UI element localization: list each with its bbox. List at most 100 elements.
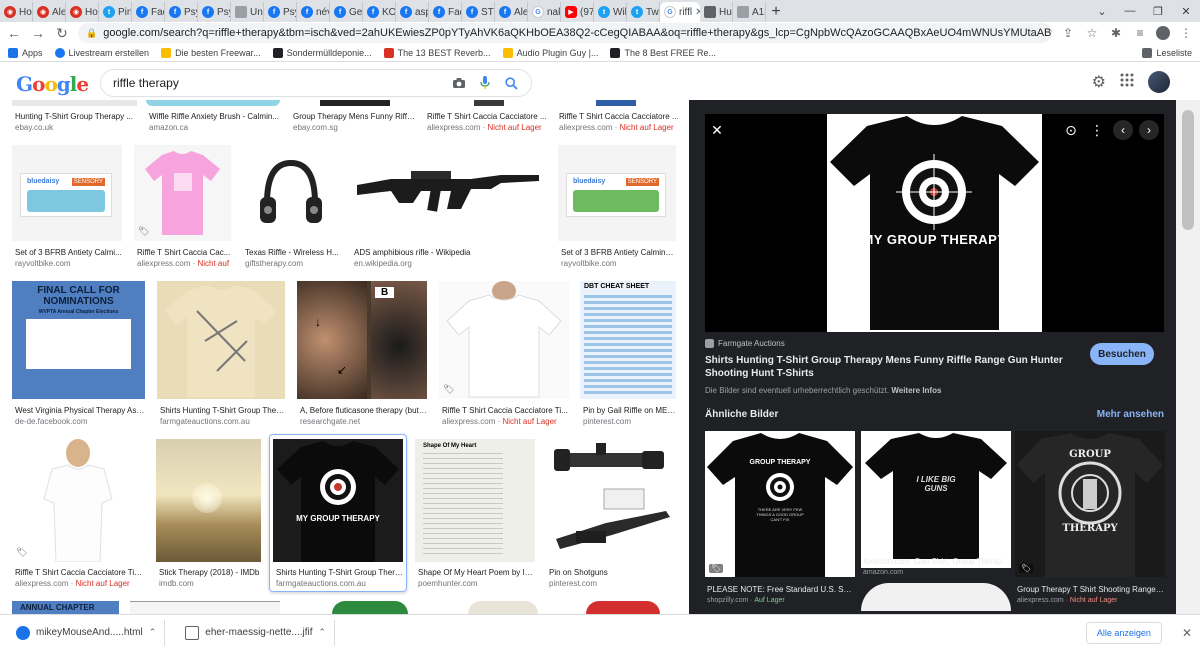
reload-icon[interactable]: ↻ bbox=[54, 25, 70, 42]
result-thumbnail[interactable]: 🏷 bbox=[12, 439, 143, 562]
result-card[interactable]: 🏷 Riffle T Shirt Caccia Cacciatore Ti...… bbox=[439, 281, 569, 429]
preview-source[interactable]: Farmgate Auctions bbox=[705, 339, 785, 348]
result-card-selected[interactable]: MY GROUP THERAPY Shirts Hunting T-Shirt … bbox=[273, 439, 403, 588]
address-bar[interactable]: 🔒 google.com/search?q=riffle+therapy&tbm… bbox=[78, 23, 1052, 43]
result-card[interactable]: Shirts Hunting T-Shirt Group Ther... far… bbox=[157, 281, 285, 429]
result-title[interactable]: Shirts Hunting T-Shirt Group Thera... bbox=[276, 568, 403, 577]
result-title[interactable]: Texas Riffle - Wireless H... bbox=[245, 248, 340, 257]
result-thumbnail[interactable] bbox=[468, 601, 538, 614]
result-card[interactable]: 🏷 Riffle T Shirt Caccia Cac... aliexpres… bbox=[134, 145, 232, 270]
result-title[interactable]: Pin on Shotguns bbox=[549, 568, 677, 577]
browser-tab[interactable]: Gnake bbox=[528, 2, 561, 22]
result-thumbnail[interactable]: FINAL CALL FOR NOMINATIONS WVPTA Annual … bbox=[12, 281, 145, 399]
microphone-icon[interactable] bbox=[477, 75, 493, 91]
result-card[interactable]: Wiffle Riffle Anxiety Brush - Calmin... … bbox=[146, 100, 280, 136]
previous-image-icon[interactable]: ‹ bbox=[1113, 120, 1133, 140]
restore-icon[interactable]: ❐ bbox=[1144, 0, 1172, 22]
result-thumbnail[interactable]: bluedaisy SENSORY bbox=[12, 145, 122, 241]
chevron-up-icon[interactable]: ⌃ bbox=[149, 627, 157, 638]
close-window-icon[interactable]: ✕ bbox=[1172, 0, 1200, 22]
result-card[interactable]: Riffle T Shirt Caccia Cacciatore ... ali… bbox=[556, 100, 681, 136]
bookmark-item[interactable]: Audio Plugin Guy |... bbox=[502, 47, 598, 58]
result-thumbnail[interactable] bbox=[332, 601, 408, 614]
result-card[interactable]: 🏷 Riffle T Shirt Caccia Cacciatore Tir..… bbox=[12, 439, 143, 588]
result-thumbnail[interactable] bbox=[586, 601, 660, 614]
bookmark-item[interactable]: The 13 BEST Reverb... bbox=[383, 47, 491, 58]
result-card[interactable]: Pin on Shotguns pinterest.com bbox=[546, 439, 677, 588]
result-title[interactable]: Riffle T Shirt Caccia Cacciatore Ti... bbox=[442, 406, 569, 415]
browser-tab[interactable]: A13u bbox=[733, 2, 766, 22]
browser-tab[interactable]: fFaceb bbox=[132, 2, 165, 22]
result-title[interactable]: A, Before fluticasone therapy (but ... bbox=[300, 406, 427, 415]
result-thumbnail[interactable]: 🏷 bbox=[134, 145, 231, 241]
tab-search-icon[interactable]: ⌄ bbox=[1088, 0, 1116, 22]
forward-icon[interactable]: → bbox=[30, 25, 46, 41]
result-thumbnail[interactable] bbox=[130, 601, 280, 614]
bookmark-item[interactable]: Die besten Freewar... bbox=[161, 47, 261, 58]
page-scrollbar[interactable] bbox=[1176, 100, 1200, 614]
result-thumbnail[interactable]: Shape Of My Heart bbox=[415, 439, 535, 562]
result-thumbnail[interactable] bbox=[474, 100, 504, 106]
related-image-card[interactable]: GROUP THERAPY 🏷 Group Therapy T Shirt Sh… bbox=[1015, 431, 1165, 611]
result-thumbnail[interactable] bbox=[12, 100, 137, 106]
settings-gear-icon[interactable]: ⚙ bbox=[1092, 72, 1106, 92]
result-title[interactable]: Riffle T Shirt Caccia Cacciatore ... bbox=[559, 112, 681, 121]
next-image-icon[interactable]: › bbox=[1139, 120, 1159, 140]
result-thumbnail[interactable] bbox=[146, 100, 280, 106]
result-title[interactable]: Hunting T-Shirt Group Therapy ... bbox=[15, 112, 137, 121]
related-title[interactable]: PLEASE NOTE: Free Standard U.S. Shipp... bbox=[707, 585, 855, 594]
result-card[interactable]: B ↓ ↙ A, Before fluticasone therapy (but… bbox=[297, 281, 427, 429]
result-card[interactable]: bluedaisy SENSORY Set of 3 BFRB Antiety … bbox=[12, 145, 122, 270]
bookmark-item[interactable]: Apps bbox=[8, 47, 43, 58]
browser-tab[interactable]: Griffl ✕ bbox=[660, 2, 700, 22]
see-more-link[interactable]: Mehr ansehen bbox=[1097, 409, 1164, 420]
result-thumbnail[interactable]: B ↓ ↙ bbox=[297, 281, 427, 399]
result-title[interactable]: Shirts Hunting T-Shirt Group Ther... bbox=[160, 406, 285, 415]
result-title[interactable]: Set of 3 BFRB Antiety Calmi... bbox=[15, 248, 123, 257]
browser-tab[interactable]: fnévol bbox=[297, 2, 330, 22]
result-thumbnail[interactable]: ANNUAL CHAPTER bbox=[12, 601, 119, 614]
search-input[interactable]: riffle therapy bbox=[113, 76, 441, 90]
result-title[interactable]: Group Therapy Mens Funny Riffl... bbox=[293, 112, 415, 121]
result-title[interactable]: West Virginia Physical Therapy Ass... bbox=[15, 406, 145, 415]
scrollbar-thumb[interactable] bbox=[1182, 110, 1194, 230]
bookmark-star-icon[interactable]: ☆ bbox=[1084, 26, 1100, 40]
result-card[interactable]: Stick Therapy (2018) - IMDb imdb.com bbox=[156, 439, 261, 588]
related-title[interactable]: Amazon.com: Gun Shirt, Group Therapy ... bbox=[863, 557, 1011, 566]
related-thumbnail[interactable]: GROUP THERAPY 🏷 bbox=[1015, 431, 1165, 577]
close-preview-icon[interactable]: ✕ bbox=[707, 120, 727, 140]
browser-tab[interactable]: ◉Alexa bbox=[33, 2, 66, 22]
back-icon[interactable]: ← bbox=[6, 25, 22, 41]
google-logo[interactable]: Google bbox=[16, 72, 89, 96]
download-item[interactable]: eher-maessig-nette....jfif ⌃ bbox=[177, 619, 336, 646]
result-title[interactable]: Stick Therapy (2018) - IMDb bbox=[159, 568, 261, 577]
visit-button[interactable]: Besuchen bbox=[1090, 343, 1154, 365]
browser-tab[interactable]: Unbe bbox=[231, 2, 264, 22]
profile-avatar[interactable] bbox=[1156, 26, 1170, 40]
preview-title[interactable]: Shirts Hunting T-Shirt Group Therapy Men… bbox=[705, 354, 1085, 380]
search-icon[interactable] bbox=[503, 75, 519, 91]
browser-tab[interactable]: fFaceb bbox=[429, 2, 462, 22]
browser-tab[interactable]: tTweet bbox=[627, 2, 660, 22]
result-title[interactable]: Riffle T Shirt Caccia Cacciatore Tir... bbox=[15, 568, 143, 577]
browser-tab[interactable]: fPsych bbox=[165, 2, 198, 22]
related-image-card[interactable]: GROUP THERAPY THERE ARE VERY FEW THINGS … bbox=[705, 431, 855, 611]
result-title[interactable]: Set of 3 BFRB Antiety Calming ... bbox=[561, 248, 677, 257]
result-thumbnail[interactable] bbox=[157, 281, 285, 399]
result-title[interactable]: Riffle T Shirt Caccia Cacciatore ... bbox=[427, 112, 549, 121]
result-card[interactable]: FINAL CALL FOR NOMINATIONS WVPTA Annual … bbox=[12, 281, 145, 429]
result-thumbnail[interactable] bbox=[320, 100, 390, 106]
browser-tab[interactable]: Hunt bbox=[700, 2, 733, 22]
lens-search-icon[interactable]: ⊙ bbox=[1061, 120, 1081, 140]
bookmark-item[interactable]: Livestream erstellen bbox=[54, 47, 149, 58]
related-title[interactable]: Group Therapy T Shirt Shooting Range T..… bbox=[1017, 585, 1165, 594]
result-title[interactable]: Wiffle Riffle Anxiety Brush - Calmin... bbox=[149, 112, 279, 121]
result-thumbnail[interactable] bbox=[596, 100, 636, 106]
more-info-link[interactable]: Weitere Infos bbox=[891, 386, 941, 395]
browser-tab[interactable]: fGesp bbox=[330, 2, 363, 22]
browser-tab[interactable]: fSTRAI bbox=[462, 2, 495, 22]
browser-menu-icon[interactable]: ⋮ bbox=[1178, 26, 1194, 40]
related-thumbnail[interactable]: I LIKE BIG GUNS bbox=[861, 431, 1011, 568]
extensions-icon[interactable]: ✱ bbox=[1108, 26, 1124, 40]
browser-tab[interactable]: ◉Hoax bbox=[0, 2, 33, 22]
